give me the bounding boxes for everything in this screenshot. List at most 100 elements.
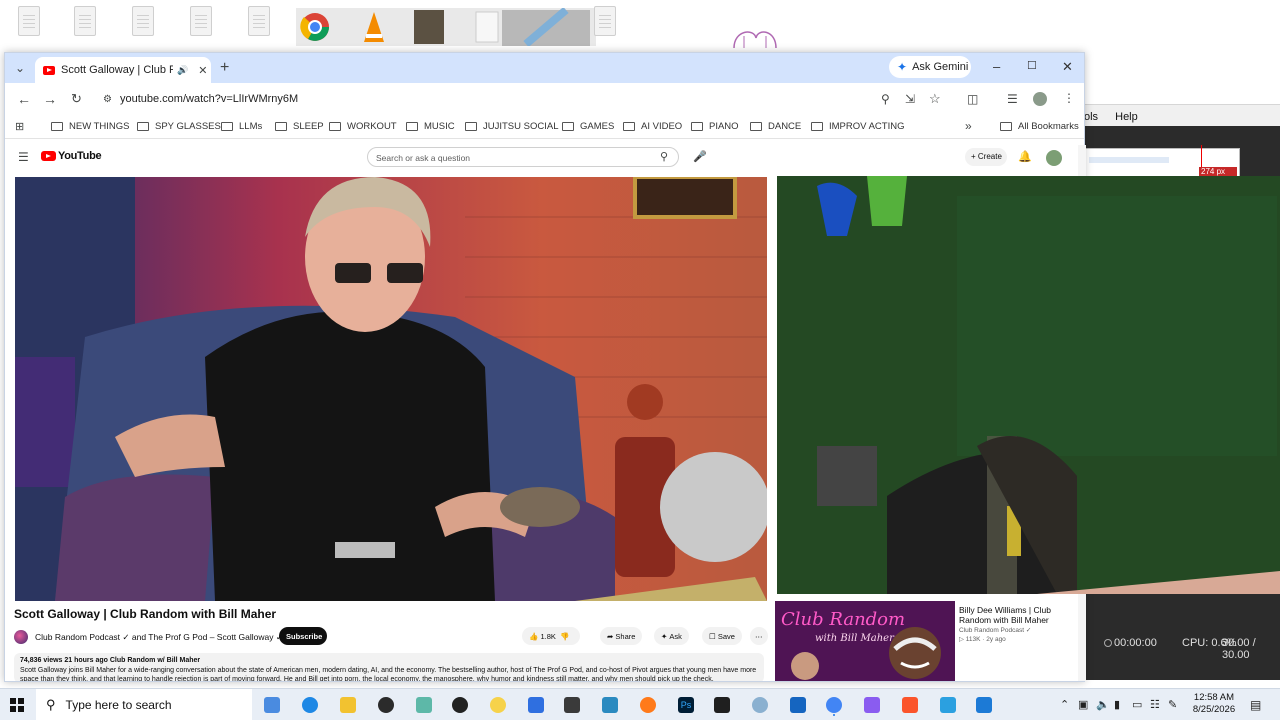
document-icon[interactable] bbox=[528, 697, 544, 713]
desktop-file-icon[interactable] bbox=[18, 6, 40, 36]
app-icon[interactable] bbox=[976, 697, 992, 713]
notifications-bell-icon[interactable]: 🔔 bbox=[1018, 150, 1032, 163]
app-icon[interactable] bbox=[714, 697, 730, 713]
like-dislike-button[interactable]: 👍 1.8K 👎 bbox=[522, 627, 580, 645]
description-box[interactable]: 74,836 views 21 hours ago Club Random w/… bbox=[14, 653, 764, 681]
media-control-icon[interactable]: ☰ bbox=[1007, 92, 1018, 106]
tab-search-chevron-icon[interactable]: ⌄ bbox=[15, 61, 25, 75]
all-bookmarks-button[interactable]: All Bookmarks bbox=[1000, 121, 1079, 132]
bookmark-folder[interactable]: WORKOUT bbox=[329, 121, 397, 132]
bookmark-star-icon[interactable]: ☆ bbox=[929, 91, 941, 107]
bookmark-folder[interactable]: JUJITSU SOCIAL bbox=[465, 121, 559, 132]
browser-tab[interactable]: Scott Galloway | Club Rando 🔊 ✕ bbox=[35, 57, 211, 83]
desktop-file-icon[interactable] bbox=[594, 6, 616, 36]
maximize-button[interactable]: ☐ bbox=[1027, 59, 1037, 72]
minimize-button[interactable]: – bbox=[993, 59, 1000, 74]
firefox-icon[interactable] bbox=[640, 697, 656, 713]
desktop-file-icon[interactable] bbox=[74, 6, 96, 36]
app-icon[interactable] bbox=[564, 697, 580, 713]
bookmark-folder[interactable]: DANCE bbox=[750, 121, 801, 132]
menu-tools[interactable]: ols bbox=[1084, 111, 1098, 123]
apps-grid-icon[interactable]: ⊞ bbox=[15, 120, 24, 133]
channel-avatar[interactable] bbox=[14, 630, 28, 644]
more-actions-button[interactable]: ⋯ bbox=[750, 627, 768, 645]
ask-button[interactable]: ✦ Ask bbox=[654, 627, 689, 645]
bookmark-folder[interactable]: IMPROV ACTING bbox=[811, 121, 904, 132]
app-icon[interactable] bbox=[602, 697, 618, 713]
share-button[interactable]: ➦ Share bbox=[600, 627, 643, 645]
desktop-sketch-icon[interactable] bbox=[730, 28, 780, 50]
create-button[interactable]: + Create bbox=[965, 148, 1007, 166]
app-icon[interactable] bbox=[378, 697, 394, 713]
forward-icon[interactable]: → bbox=[43, 91, 57, 107]
desktop-file-icon[interactable] bbox=[248, 6, 270, 36]
task-view-icon[interactable] bbox=[264, 697, 280, 713]
zoom-icon[interactable]: ⚲ bbox=[881, 92, 890, 106]
address-bar[interactable]: ⚙ youtube.com/watch?v=LlIrWMrny6M bbox=[95, 87, 907, 111]
subscribe-button[interactable]: Subscribe bbox=[279, 627, 327, 645]
video-player[interactable] bbox=[15, 177, 767, 601]
tab-close-icon[interactable]: ✕ bbox=[198, 64, 207, 77]
bookmark-folder[interactable]: MUSIC bbox=[406, 121, 455, 132]
tray-chevron-icon[interactable]: ⌃ bbox=[1060, 698, 1069, 711]
install-icon[interactable]: ⇲ bbox=[905, 92, 915, 106]
bookmark-folder[interactable]: SLEEP bbox=[275, 121, 324, 132]
thumbs-up-icon[interactable]: 👍 bbox=[529, 632, 538, 641]
menu-kebab-icon[interactable]: ⋮ bbox=[1063, 91, 1075, 105]
file-explorer-icon[interactable] bbox=[340, 697, 356, 713]
edge-icon[interactable] bbox=[302, 697, 318, 713]
tray-app-icon[interactable]: ▣ bbox=[1078, 698, 1088, 711]
microphone-icon[interactable]: ▮ bbox=[1114, 698, 1120, 711]
desktop-shortcuts-strip[interactable] bbox=[296, 8, 596, 46]
tab-audio-icon[interactable]: 🔊 bbox=[177, 65, 188, 76]
back-icon[interactable]: ← bbox=[17, 91, 31, 107]
recommended-video[interactable]: Club Random with Bill Maher Billy Dee Wi… bbox=[775, 601, 1075, 681]
app-icon[interactable] bbox=[416, 697, 432, 713]
battery-icon[interactable]: ▭ bbox=[1132, 698, 1142, 711]
site-info-icon[interactable]: ⚙ bbox=[103, 94, 112, 105]
search-icon[interactable]: ⚲ bbox=[660, 150, 668, 163]
close-window-button[interactable]: ✕ bbox=[1062, 59, 1073, 75]
taskbar-clock[interactable]: 12:58 AM 8/25/2026 bbox=[1186, 692, 1242, 716]
recommended-thumbnail[interactable]: Club Random with Bill Maher bbox=[775, 601, 955, 681]
more-bookmarks-icon[interactable]: » bbox=[965, 119, 972, 133]
network-icon[interactable]: ☷ bbox=[1150, 698, 1160, 711]
brave-icon[interactable] bbox=[902, 697, 918, 713]
app-icon[interactable] bbox=[940, 697, 956, 713]
hamburger-menu-icon[interactable]: ☰ bbox=[18, 150, 29, 164]
youtube-logo[interactable]: YouTube bbox=[41, 150, 102, 162]
app-icon[interactable] bbox=[790, 697, 806, 713]
taskbar-search[interactable]: ⚲ Type here to search bbox=[36, 689, 252, 720]
app-icon[interactable] bbox=[490, 697, 506, 713]
desktop-file-icon[interactable] bbox=[132, 6, 154, 36]
channel-name[interactable]: Club Random Podcast ✓ and The Prof G Pod… bbox=[35, 632, 283, 643]
save-button[interactable]: ☐ Save bbox=[702, 627, 742, 645]
desktop-file-icon[interactable] bbox=[190, 6, 212, 36]
photoshop-icon[interactable]: Ps bbox=[678, 697, 694, 713]
profile-avatar[interactable] bbox=[1033, 92, 1047, 106]
app-icon[interactable] bbox=[864, 697, 880, 713]
ask-gemini-button[interactable]: ✦ Ask Gemini bbox=[889, 56, 971, 78]
recommended-title[interactable]: Billy Dee Williams | Club Random with Bi… bbox=[959, 605, 1079, 625]
youtube-search-input[interactable]: Search or ask a question bbox=[367, 147, 679, 167]
bookmark-folder[interactable]: GAMES bbox=[562, 121, 614, 132]
reload-icon[interactable]: ↻ bbox=[71, 91, 82, 107]
menu-help[interactable]: Help bbox=[1115, 111, 1138, 123]
new-tab-icon[interactable]: + bbox=[220, 59, 229, 77]
extensions-icon[interactable]: ◫ bbox=[967, 92, 978, 106]
voice-search-icon[interactable]: 🎤 bbox=[693, 150, 707, 163]
bookmark-folder[interactable]: AI VIDEO bbox=[623, 121, 682, 132]
account-avatar[interactable] bbox=[1046, 150, 1062, 166]
pen-icon[interactable]: ✎ bbox=[1168, 698, 1177, 711]
app-icon[interactable] bbox=[752, 697, 768, 713]
obs-icon[interactable] bbox=[452, 697, 468, 713]
volume-icon[interactable]: 🔈 bbox=[1096, 698, 1110, 711]
thumbs-down-icon[interactable]: 👎 bbox=[560, 632, 569, 641]
start-button[interactable] bbox=[10, 698, 24, 712]
bookmark-folder[interactable]: PIANO bbox=[691, 121, 739, 132]
bookmark-folder[interactable]: LLMs bbox=[221, 121, 262, 132]
chrome-icon[interactable] bbox=[826, 697, 842, 713]
notifications-icon[interactable]: ▤ bbox=[1250, 698, 1261, 712]
bookmark-folder[interactable]: NEW THINGS bbox=[51, 121, 130, 132]
bookmark-folder[interactable]: SPY GLASSES bbox=[137, 121, 221, 132]
